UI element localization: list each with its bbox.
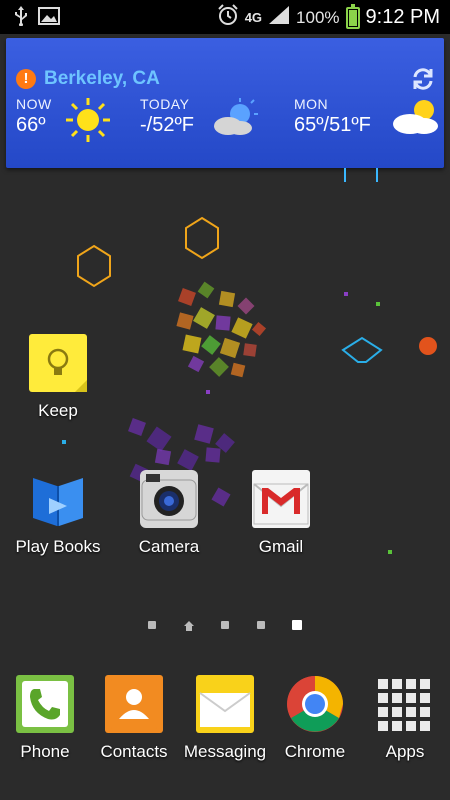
- phone-icon: [16, 675, 74, 733]
- gmail-icon: [252, 470, 310, 528]
- app-phone[interactable]: Phone: [0, 675, 90, 762]
- page-dot[interactable]: [257, 621, 265, 629]
- app-contacts[interactable]: Contacts: [89, 675, 179, 762]
- app-messaging[interactable]: Messaging: [180, 675, 270, 762]
- page-dot[interactable]: [148, 621, 156, 629]
- app-gmail[interactable]: Gmail: [226, 470, 336, 557]
- app-label: Chrome: [284, 742, 346, 761]
- messaging-icon: [196, 675, 254, 733]
- camera-icon: [140, 470, 198, 528]
- app-keep[interactable]: Keep: [3, 334, 113, 421]
- apps-grid-icon: [376, 675, 434, 733]
- app-label: Phone: [20, 742, 70, 761]
- app-play-books[interactable]: Play Books: [3, 470, 113, 557]
- app-label: Play Books: [15, 537, 101, 556]
- page-dot-active[interactable]: [292, 620, 302, 630]
- play-books-icon: [29, 470, 87, 528]
- app-label: Camera: [138, 537, 200, 556]
- app-label: Apps: [385, 742, 425, 761]
- app-label: Contacts: [100, 742, 168, 761]
- app-chrome[interactable]: Chrome: [270, 675, 360, 762]
- confetti-cluster: [170, 280, 270, 380]
- app-camera[interactable]: Camera: [114, 470, 224, 557]
- chrome-icon: [286, 675, 344, 733]
- keep-icon: [29, 334, 87, 392]
- contacts-icon: [105, 675, 163, 733]
- home-page-icon[interactable]: [183, 619, 195, 637]
- app-drawer-button[interactable]: Apps: [360, 675, 450, 762]
- app-label: Messaging: [183, 742, 267, 761]
- app-label: Keep: [38, 401, 78, 420]
- dock: Phone Contacts Messaging Chrome Apps: [0, 675, 450, 785]
- page-indicator: [0, 619, 450, 631]
- page-dot[interactable]: [221, 621, 229, 629]
- app-label: Gmail: [258, 537, 304, 556]
